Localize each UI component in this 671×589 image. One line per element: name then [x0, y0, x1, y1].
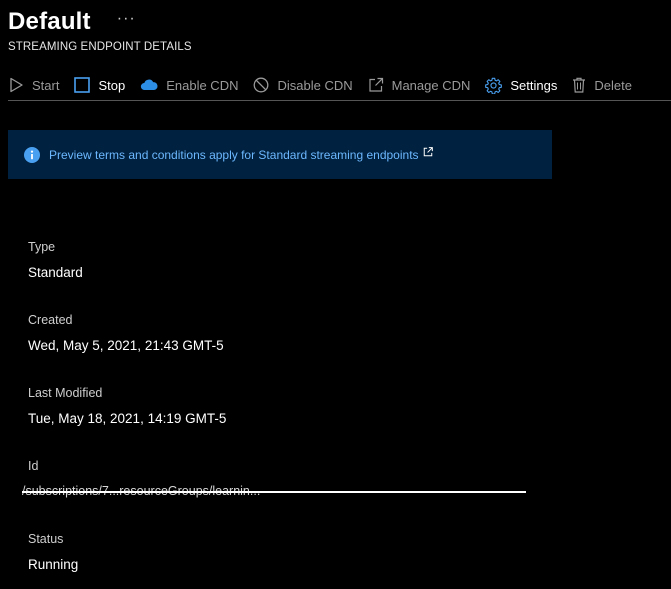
- play-icon: [10, 77, 23, 93]
- page-title: Default: [8, 8, 91, 35]
- delete-button[interactable]: Delete: [572, 77, 632, 93]
- enable-cdn-button[interactable]: Enable CDN: [140, 78, 238, 93]
- stop-button[interactable]: Stop: [74, 77, 125, 93]
- start-button[interactable]: Start: [8, 77, 59, 93]
- type-field: Type Standard: [28, 240, 83, 280]
- id-label: Id: [28, 459, 39, 473]
- manage-cdn-button[interactable]: Manage CDN: [368, 77, 471, 93]
- stop-icon: [74, 77, 91, 93]
- status-value: Running: [28, 557, 79, 572]
- enable-cdn-label: Enable CDN: [166, 77, 239, 93]
- last-modified-label: Last Modified: [28, 386, 103, 400]
- external-link-icon: [369, 77, 383, 92]
- block-icon: [254, 77, 269, 93]
- manage-cdn-label: Manage CDN: [391, 77, 471, 93]
- start-label: Start: [32, 77, 60, 93]
- gear-icon: [485, 77, 503, 94]
- delete-label: Delete: [594, 77, 632, 93]
- disable-cdn-button[interactable]: Disable CDN: [253, 77, 353, 93]
- created-label: Created: [28, 313, 73, 327]
- id-value-row: /subscriptions/7...resourceGroups/learni…: [22, 484, 532, 501]
- type-label: Type: [28, 240, 56, 254]
- cloud-icon: [141, 79, 158, 91]
- settings-button[interactable]: Settings: [485, 77, 557, 94]
- status-field: Status Running: [28, 532, 78, 572]
- created-field: Created Wed, May 5, 2021, 21:43 GMT-5: [28, 313, 224, 353]
- id-field: Id /subscriptions/7...resourceGroups/lea…: [22, 459, 532, 501]
- more-options-button[interactable]: ···: [117, 10, 136, 28]
- info-icon: [24, 146, 40, 163]
- command-bar: Start Stop Enable CDN Disable CDN Manage…: [8, 70, 671, 101]
- id-value: /subscriptions/7...resourceGroups/learni…: [22, 484, 526, 498]
- page-header: Default ··· STREAMING ENDPOINT DETAILS: [8, 8, 192, 53]
- disable-cdn-label: Disable CDN: [277, 77, 353, 93]
- info-banner: Preview terms and conditions apply for S…: [8, 130, 552, 179]
- trash-icon: [573, 77, 586, 93]
- stop-label: Stop: [98, 77, 126, 93]
- last-modified-value: Tue, May 18, 2021, 14:19 GMT-5: [28, 411, 227, 426]
- settings-label: Settings: [510, 77, 558, 93]
- external-link-icon[interactable]: [423, 146, 433, 157]
- status-label: Status: [28, 532, 64, 546]
- last-modified-field: Last Modified Tue, May 18, 2021, 14:19 G…: [28, 386, 226, 426]
- preview-terms-link[interactable]: Preview terms and conditions apply for S…: [49, 148, 419, 162]
- created-value: Wed, May 5, 2021, 21:43 GMT-5: [28, 338, 224, 353]
- page-subtitle: STREAMING ENDPOINT DETAILS: [8, 41, 192, 53]
- type-value: Standard: [28, 265, 83, 280]
- title-row: Default ···: [8, 8, 192, 36]
